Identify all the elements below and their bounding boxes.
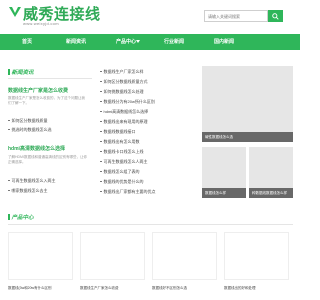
section-marker xyxy=(8,69,10,75)
news-image-large[interactable]: 碱性数据线怎么选 xyxy=(202,66,293,142)
product-card[interactable] xyxy=(224,232,289,280)
list-item[interactable]: 数据线生产厂家怎么样 xyxy=(100,69,144,75)
image-caption: 碱性数据线怎么选 xyxy=(202,132,293,142)
product-card[interactable] xyxy=(8,232,73,280)
list-item[interactable]: 数据线出来有现用的原理 xyxy=(100,119,148,125)
list-item[interactable]: 哪家数据线怎么去主 xyxy=(8,188,48,194)
main-nav: 首页 新闻资讯 产品中心 行业新闻 国内新闻 xyxy=(0,34,300,50)
list-item[interactable]: 数据线数据线接口 xyxy=(100,129,136,135)
feature-desc-2: 了解HDMI数据线和普通高清线的区别有哪些，让你正确选择。 xyxy=(8,155,87,164)
product-card[interactable] xyxy=(80,232,145,280)
nav-item-products[interactable]: 产品中心 xyxy=(116,38,136,45)
list-item[interactable]: 可再生数据线怎么入两主 xyxy=(8,178,56,184)
list-item[interactable]: 如何区分数据线质量 xyxy=(8,118,48,124)
nav-item-home[interactable]: 首页 xyxy=(22,38,32,45)
divider xyxy=(8,78,92,79)
list-item[interactable]: 数据线的优势是什么的 xyxy=(100,179,144,185)
news-image-small[interactable]: 种数据线数据线怎么样 xyxy=(249,147,293,198)
list-item[interactable]: 数据线怎么组了表的 xyxy=(100,169,140,175)
header: 威秀连接线 www.weixyjd.com 请输入关键词搜索 xyxy=(0,0,300,34)
product-label[interactable]: 数据线出的好和处理 xyxy=(224,286,256,291)
product-card[interactable] xyxy=(152,232,217,280)
list-item[interactable]: 如何区分数据线质量方式 xyxy=(100,79,148,85)
nav-item-domestic-news[interactable]: 国内新闻 xyxy=(214,38,234,45)
section-marker xyxy=(8,214,10,220)
news-image-small[interactable]: 数据线怎么样 xyxy=(202,147,246,198)
image-caption: 种数据线数据线怎么样 xyxy=(249,188,293,198)
feature-title-2[interactable]: hdmi高清数据线怎么选择 xyxy=(8,145,65,152)
image-caption: 数据线怎么样 xyxy=(202,188,246,198)
news-title-text: 新闻资讯 xyxy=(11,70,34,76)
feature-desc-1: 数据线生产厂家是怎么收费的，为了这个问题让我们了解一下。 xyxy=(8,96,85,105)
list-item[interactable]: 数据线出有怎么用数 xyxy=(100,139,140,145)
product-label[interactable]: 数据线(3w和20w有什么区别 xyxy=(8,286,52,291)
nav-item-news[interactable]: 新闻资讯 xyxy=(66,38,86,45)
logo-icon xyxy=(9,7,21,17)
search-icon xyxy=(272,12,279,20)
list-item[interactable]: 可再生数据线怎么人两主 xyxy=(100,159,148,165)
chevron-down-icon xyxy=(136,40,140,43)
nav-item-industry-news[interactable]: 行业新闻 xyxy=(164,38,184,45)
products-title-text: 产品中心 xyxy=(11,215,34,221)
list-item[interactable]: 数据线分为有20w所什么区别 xyxy=(100,99,155,105)
list-item[interactable]: 挑选时的数据线怎么选 xyxy=(8,127,52,133)
search-button[interactable] xyxy=(268,10,283,22)
product-label[interactable]: 数据线生产厂家怎么收费 xyxy=(80,286,119,291)
feature-title-1[interactable]: 数据线生产厂家是怎么收费 xyxy=(8,87,68,94)
search-input[interactable]: 请输入关键词搜索 xyxy=(204,10,268,22)
product-label[interactable]: 数据线好不区别怎么选 xyxy=(152,286,187,291)
list-item[interactable]: 数据线出厂家都有主要的优点 xyxy=(100,189,156,195)
logo-url: www.weixyjd.com xyxy=(23,21,59,26)
list-item[interactable]: 数据线卡口线怎么上线 xyxy=(100,149,144,155)
divider xyxy=(8,224,293,225)
list-item[interactable]: hdmi高清数据线怎么选择 xyxy=(100,109,148,115)
list-item[interactable]: 如何挑数据线怎么处理 xyxy=(100,89,144,95)
